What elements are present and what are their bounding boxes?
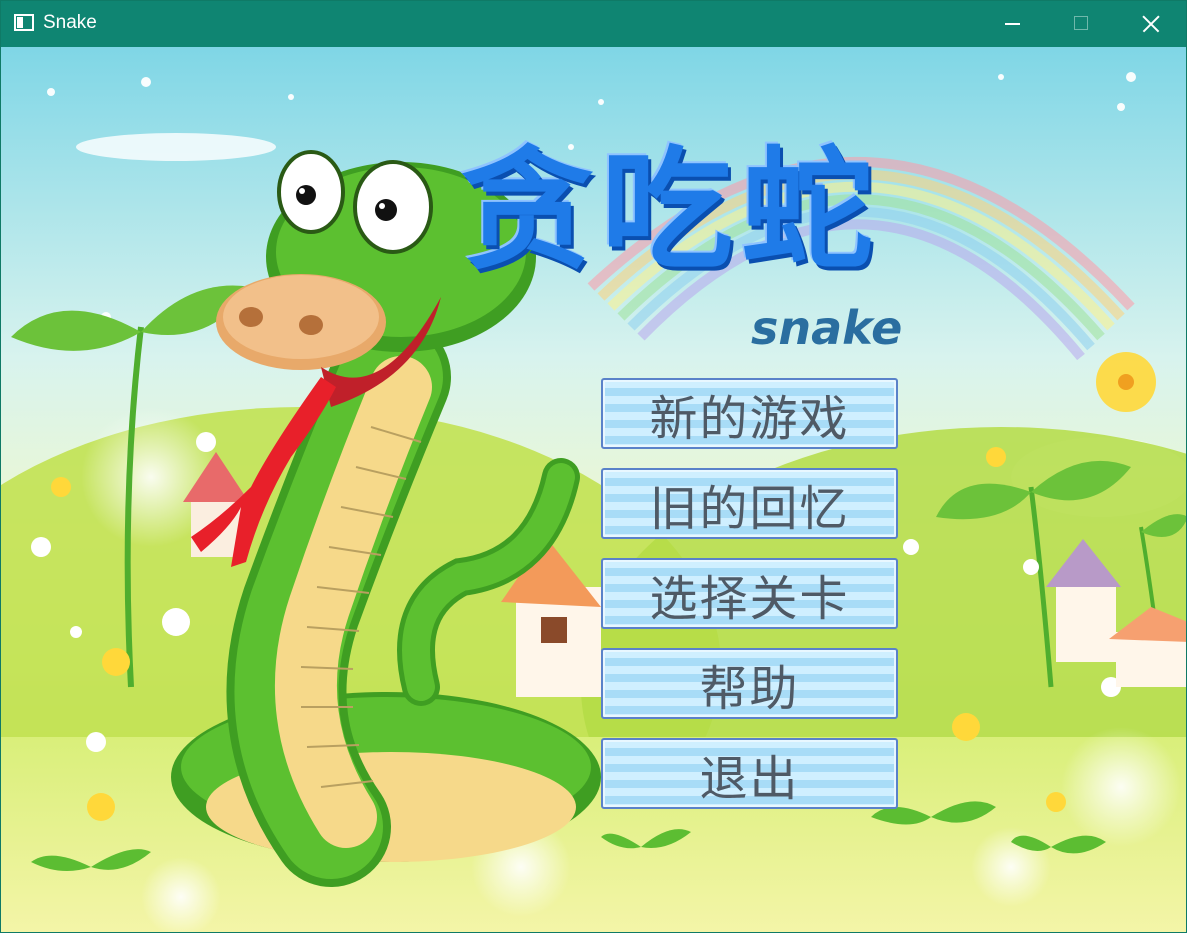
continue-label: 旧的回忆 (649, 480, 850, 537)
select-level-label: 选择关卡 (649, 570, 850, 627)
window-title: Snake (43, 12, 97, 33)
window-app-icon (14, 14, 34, 31)
exit-label: 退出 (699, 750, 800, 807)
select-level-button[interactable]: 选择关卡 (601, 558, 898, 629)
new-game-button[interactable]: 新的游戏 (601, 378, 898, 449)
close-button[interactable] (1129, 1, 1175, 47)
help-label: 帮助 (699, 660, 800, 717)
minimize-button[interactable] (989, 1, 1035, 47)
maximize-button[interactable] (1058, 1, 1104, 47)
game-window: Snake 贪吃蛇 snake 新的游戏 旧的回忆 选择关卡 帮助 退出 (0, 0, 1187, 933)
help-button[interactable]: 帮助 (601, 648, 898, 719)
game-logo-chinese: 贪吃蛇 (461, 134, 881, 288)
main-menu-scene: 贪吃蛇 snake 新的游戏 旧的回忆 选择关卡 帮助 退出 (1, 47, 1186, 932)
continue-button[interactable]: 旧的回忆 (601, 468, 898, 539)
exit-button[interactable]: 退出 (601, 738, 898, 809)
new-game-label: 新的游戏 (649, 390, 850, 447)
title-bar[interactable]: Snake (1, 1, 1186, 47)
game-logo-english: snake (751, 301, 903, 355)
